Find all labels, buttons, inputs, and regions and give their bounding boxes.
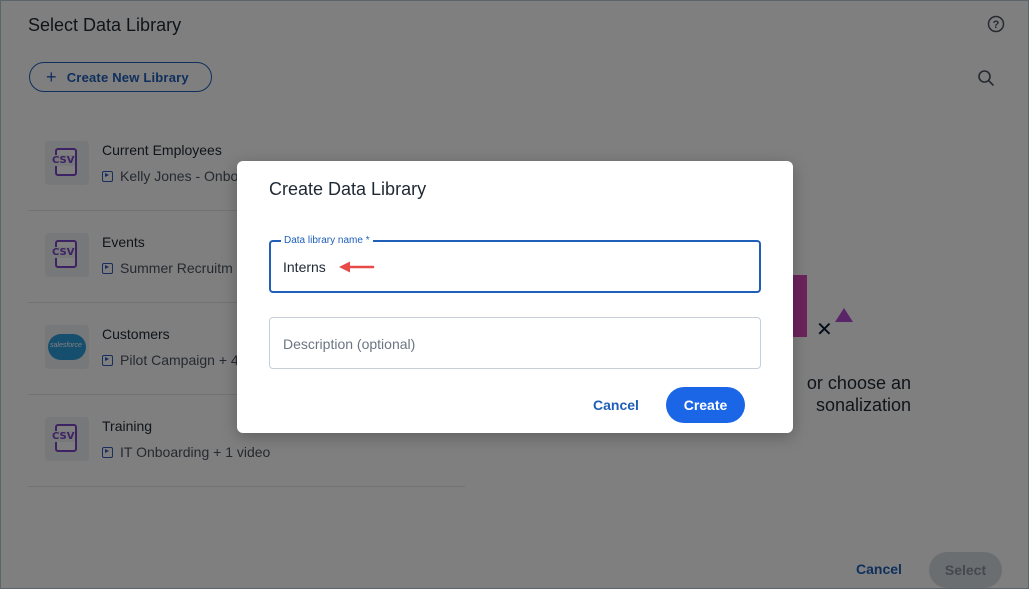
- create-data-library-dialog: Create Data Library Data library name * …: [237, 161, 793, 433]
- dialog-create-button[interactable]: Create: [666, 387, 745, 423]
- description-input[interactable]: [283, 336, 733, 352]
- dialog-cancel-button[interactable]: Cancel: [593, 397, 639, 413]
- library-name-label: Data library name *: [281, 235, 373, 246]
- dialog-title: Create Data Library: [269, 179, 427, 199]
- annotation-arrow-icon: [339, 261, 375, 273]
- library-name-field: Data library name *: [269, 235, 761, 293]
- description-field: [269, 317, 761, 369]
